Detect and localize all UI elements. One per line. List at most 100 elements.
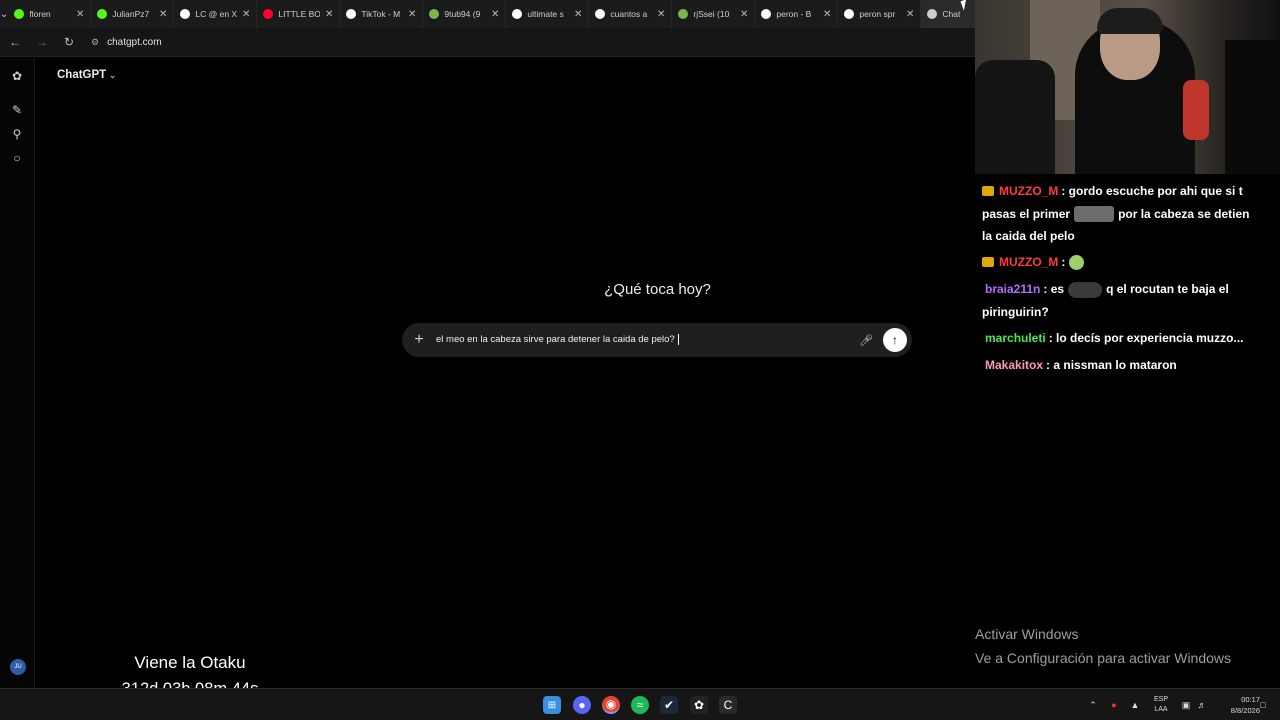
tray-microphone-icon[interactable]: ▲ xyxy=(1127,689,1143,720)
close-icon[interactable]: ✕ xyxy=(159,9,167,20)
search-icon[interactable]: ⚲ xyxy=(9,126,25,142)
message-composer[interactable]: + el meo en la cabeza sirve para detener… xyxy=(402,323,912,357)
chat-username: MUZZO_M xyxy=(999,255,1059,269)
close-icon[interactable]: ✕ xyxy=(242,9,250,20)
close-icon[interactable]: ✕ xyxy=(740,9,748,20)
youtube-icon xyxy=(263,9,274,19)
openai-logo-icon[interactable]: ✿ xyxy=(9,68,25,84)
close-icon[interactable]: ✕ xyxy=(325,9,333,20)
clock-time: 00:17 xyxy=(1241,695,1260,704)
spotify-icon[interactable]: ≈ xyxy=(631,696,649,714)
chat-text: gordo escuche por ahi que si t xyxy=(1068,184,1243,198)
chat-text: pasas el primer xyxy=(982,206,1071,221)
tab-label: LITTLE BO xyxy=(278,9,320,19)
browser-tab[interactable]: LC @ en X ✕ xyxy=(174,0,258,28)
tray-app-icon[interactable]: ● xyxy=(1106,689,1122,720)
google-icon xyxy=(512,9,523,19)
chat-message: marchuleti: lo decís por experiencia muz… xyxy=(985,331,1244,345)
send-button[interactable]: ↑ xyxy=(883,328,907,352)
shop-icon xyxy=(429,9,440,19)
back-arrow-icon[interactable]: ← xyxy=(3,30,27,54)
chat-username: braia211n xyxy=(985,282,1041,296)
avatar[interactable]: JU xyxy=(10,659,26,675)
tiktok-icon xyxy=(346,9,357,19)
browser-tab[interactable]: LITTLE BO ✕ xyxy=(257,0,341,28)
smiling-face-emoji-icon xyxy=(1068,255,1084,271)
arrow-up-icon: ↑ xyxy=(892,333,898,347)
browser-tab[interactable]: JulianPz7 ✕ xyxy=(91,0,175,28)
chat-bubble-icon[interactable]: ○ xyxy=(9,150,25,166)
close-icon[interactable]: ✕ xyxy=(823,9,831,20)
chat-message: braia211n: es q el rocutan te baja el xyxy=(985,281,1229,298)
browser-tab[interactable]: cuantos a ✕ xyxy=(589,0,673,28)
steam-icon[interactable]: ✔ xyxy=(660,696,678,714)
chat-emote-image xyxy=(1068,281,1103,298)
chat-text: a nissman lo mataron xyxy=(1053,358,1177,372)
close-icon[interactable]: ✕ xyxy=(657,9,665,20)
chat-username: Makakitox xyxy=(985,358,1044,372)
model-selector[interactable]: ChatGPT ⌄ xyxy=(57,69,116,81)
network-icon[interactable]: ▣ xyxy=(1179,689,1193,720)
chat-message: MUZZO_M: gordo escuche por ahi que si t xyxy=(982,180,1280,203)
close-icon[interactable]: ✕ xyxy=(574,9,582,20)
url-field[interactable]: ⚙ chatgpt.com xyxy=(91,37,162,48)
layout-code: LAA xyxy=(1154,706,1168,713)
tab-label: peron spr xyxy=(859,9,896,19)
browser-tab[interactable]: 9tub94 (9 ✕ xyxy=(423,0,507,28)
webcam-chair xyxy=(975,60,1055,174)
chat-emote-image xyxy=(1074,206,1115,223)
webcam-feed xyxy=(975,0,1280,174)
browser-tab[interactable]: peron spr ✕ xyxy=(838,0,922,28)
prompt-input[interactable]: el meo en la cabeza sirve para detener l… xyxy=(436,334,855,346)
browser-tab[interactable]: ultimate s ✕ xyxy=(506,0,590,28)
windows-taskbar: ⊞ ● ◉ ≈ ✔ ✿ C ⌃ ● ▲ ESP LAA ▣ ♬ 00:17 8/… xyxy=(0,688,1280,720)
webcam-microphone xyxy=(1183,80,1209,140)
crown-badge-icon xyxy=(982,186,994,196)
tab-list-chevron-icon[interactable]: ⌄ xyxy=(0,0,8,28)
browser-tab[interactable]: TikTok - M ✕ xyxy=(340,0,424,28)
new-chat-icon[interactable]: ✎ xyxy=(9,102,25,118)
tab-label: rjSsei (10 xyxy=(693,9,730,19)
activation-watermark-title: Activar Windows xyxy=(975,626,1079,642)
tab-label: LC @ en X xyxy=(195,9,237,19)
clock-date: 8/8/2026 xyxy=(1230,706,1260,715)
google-icon xyxy=(595,9,606,19)
webcam-monitor xyxy=(1225,40,1280,174)
chatgpt-app-icon[interactable]: ✿ xyxy=(690,696,708,714)
site-info-icon[interactable]: ⚙ xyxy=(91,37,99,48)
microphone-icon[interactable]: 🎤︎ xyxy=(855,334,877,347)
close-icon[interactable]: ✕ xyxy=(76,9,84,20)
chat-text: por la cabeza se detien xyxy=(1118,206,1250,221)
shop-icon xyxy=(678,9,689,19)
chat-message-cont: piringuirin? xyxy=(982,301,1280,324)
chat-text: lo decís por experiencia muzzo... xyxy=(1056,331,1244,345)
browser-tab[interactable]: rjSsei (10 ✕ xyxy=(672,0,756,28)
cursor-app-icon[interactable]: C xyxy=(719,696,737,714)
chat-message-cont: la caida del pelo xyxy=(982,225,1280,248)
tab-label: 9tub94 (9 xyxy=(444,9,481,19)
close-icon[interactable]: ✕ xyxy=(491,9,499,20)
chevron-down-icon: ⌄ xyxy=(109,70,116,80)
input-language-indicator[interactable]: ESP LAA xyxy=(1149,695,1173,715)
notification-icon[interactable]: □ xyxy=(1256,689,1270,720)
tab-label: cuantos a xyxy=(610,9,648,19)
close-icon[interactable]: ✕ xyxy=(906,9,914,20)
url-text[interactable]: chatgpt.com xyxy=(107,37,161,48)
chrome-icon[interactable]: ◉ xyxy=(602,696,620,714)
chat-message: Makakitox: a nissman lo mataron xyxy=(985,358,1177,372)
text-caret xyxy=(677,334,679,346)
chat-username: MUZZO_M xyxy=(999,184,1059,198)
chat-text: es xyxy=(1050,282,1065,296)
browser-tab[interactable]: floren ✕ xyxy=(8,0,92,28)
tray-chevron-up-icon[interactable]: ⌃ xyxy=(1085,689,1101,720)
reload-icon[interactable]: ↻ xyxy=(57,30,81,54)
plus-icon[interactable]: + xyxy=(402,331,436,349)
volume-icon[interactable]: ♬ xyxy=(1195,689,1209,720)
forward-arrow-icon[interactable]: → xyxy=(30,30,54,54)
browser-tab[interactable]: peron - B ✕ xyxy=(755,0,839,28)
windows-start-icon[interactable]: ⊞ xyxy=(543,696,561,714)
close-icon[interactable]: ✕ xyxy=(408,9,416,20)
system-clock[interactable]: 00:17 8/8/2026 xyxy=(1210,694,1260,716)
model-name: ChatGPT xyxy=(57,69,107,81)
discord-icon[interactable]: ● xyxy=(573,696,591,714)
